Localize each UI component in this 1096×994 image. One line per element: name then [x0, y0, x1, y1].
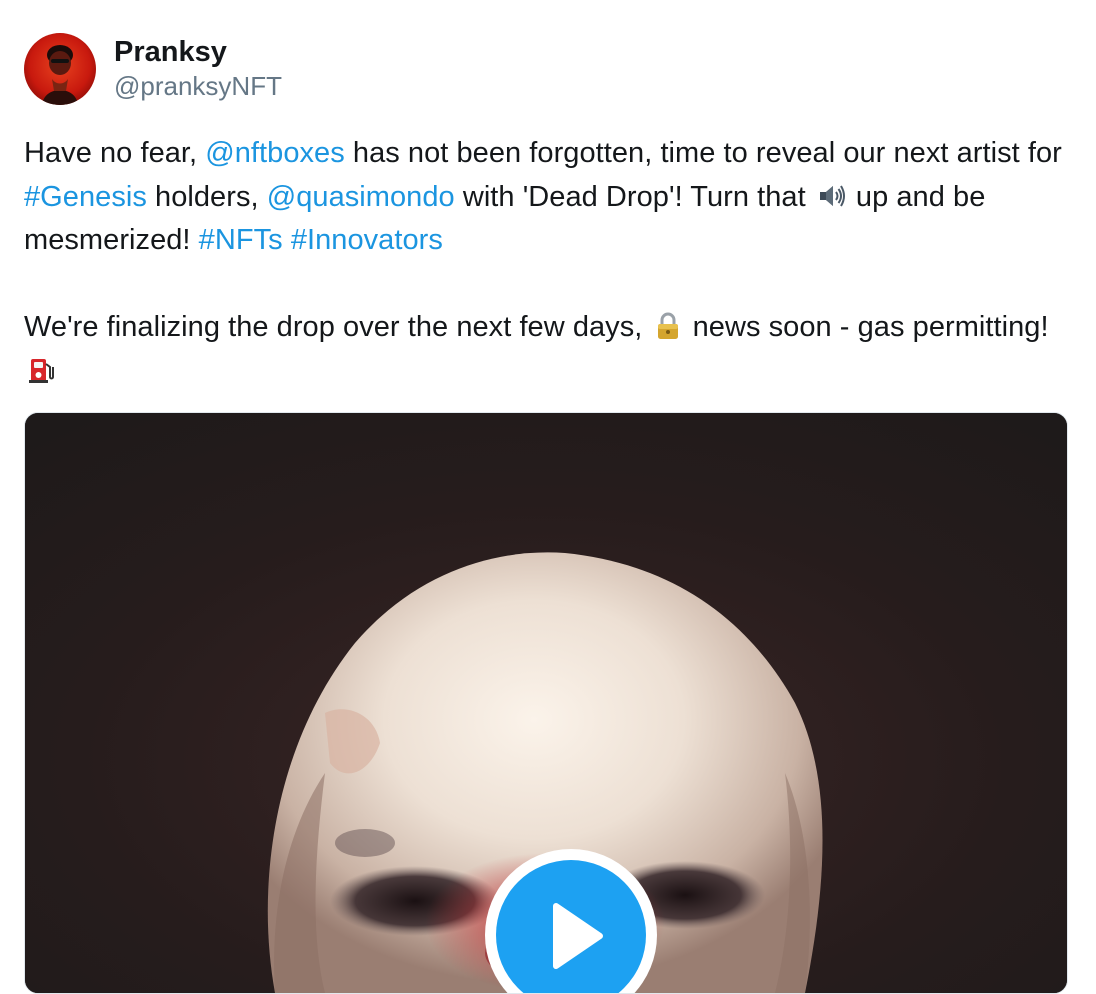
play-button-circle [496, 860, 646, 993]
text-segment [283, 224, 291, 256]
speaker-loud-icon [816, 181, 846, 211]
tweet-text: Have no fear, @nftboxes has not been for… [24, 132, 1074, 393]
video-player[interactable] [24, 412, 1068, 994]
text-segment: We're finalizing the drop over the next … [24, 311, 651, 343]
tweet-card: Pranksy @pranksyNFT Have no fear, @nftbo… [0, 0, 1096, 994]
fuel-pump-icon [26, 355, 56, 385]
text-segment: has not been forgotten, time to reveal o… [344, 137, 1062, 169]
text-segment: with 'Dead Drop'! Turn that [454, 180, 814, 213]
avatar[interactable] [24, 33, 96, 105]
mention-nftboxes-link[interactable]: @nftboxes [205, 137, 345, 169]
tweet-paragraph-1: Have no fear, @nftboxes has not been for… [24, 132, 1074, 263]
tweet-paragraph-2: We're finalizing the drop over the next … [24, 306, 1074, 393]
play-icon [553, 903, 603, 969]
play-button[interactable] [485, 849, 657, 993]
hashtag-innovators-link[interactable]: #Innovators [291, 224, 443, 256]
hashtag-nfts-link[interactable]: #NFTs [199, 224, 283, 256]
mention-quasimondo-link[interactable]: @quasimondo [267, 181, 455, 213]
avatar-image [24, 33, 96, 105]
hashtag-genesis-link[interactable]: #Genesis [24, 181, 147, 213]
tweet-header: Pranksy @pranksyNFT [24, 33, 282, 105]
lock-icon [653, 311, 683, 341]
text-segment: Have no fear, [24, 137, 206, 169]
author-display-name[interactable]: Pranksy [114, 34, 282, 70]
author-handle[interactable]: @pranksyNFT [114, 70, 282, 102]
author-names: Pranksy @pranksyNFT [114, 34, 282, 102]
text-segment: holders, [146, 180, 267, 213]
text-segment: news soon - gas permitting! [684, 311, 1049, 343]
